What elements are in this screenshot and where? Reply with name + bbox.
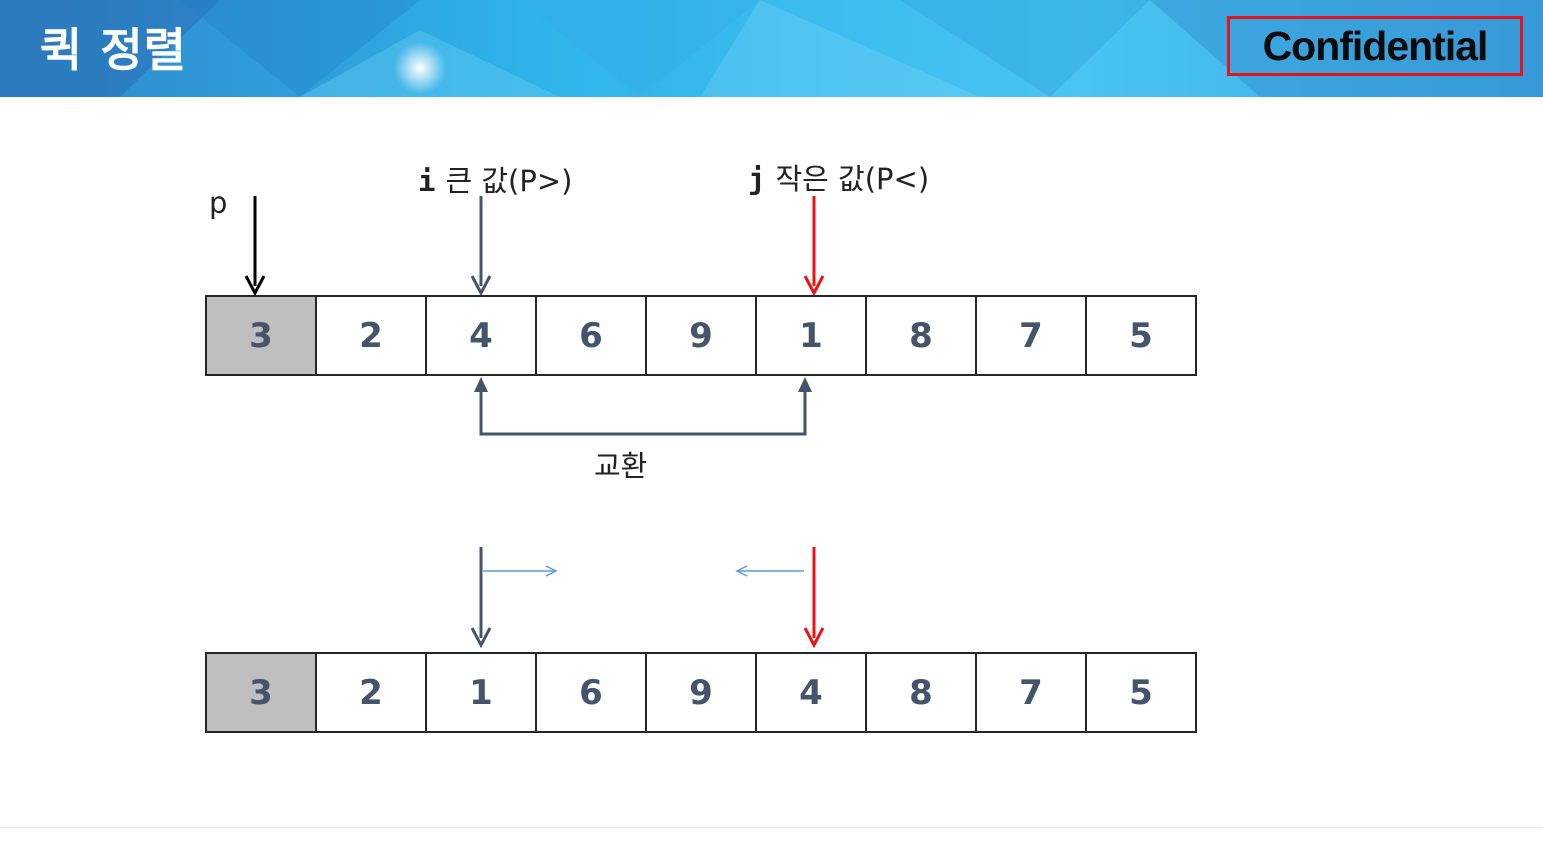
array-cell: 2 <box>315 652 427 733</box>
p-pointer-arrow <box>244 196 266 297</box>
array-cell: 4 <box>755 652 867 733</box>
i-variable: i <box>418 164 436 198</box>
pivot-cell: 3 <box>205 652 317 733</box>
array-cell: 5 <box>1085 295 1197 376</box>
i-label: i 큰 값(P>) <box>418 158 572 200</box>
j-label: j 작은 값(P<) <box>748 156 929 198</box>
p-label: p <box>209 186 228 220</box>
array-cell: 8 <box>865 295 977 376</box>
i-pointer-arrow-second <box>470 547 558 649</box>
pivot-cell: 3 <box>205 295 317 376</box>
array-cell: 9 <box>645 652 757 733</box>
array-cell: 8 <box>865 652 977 733</box>
j-description: 작은 값(P<) <box>775 162 930 196</box>
array-cell: 7 <box>975 652 1087 733</box>
j-pointer-arrow-second <box>735 547 825 649</box>
j-pointer-arrow <box>803 196 825 297</box>
array-cell: 9 <box>645 295 757 376</box>
array-cell: 6 <box>535 652 647 733</box>
array-cell: 6 <box>535 295 647 376</box>
i-pointer-arrow <box>470 196 492 297</box>
array-cell: 1 <box>755 295 867 376</box>
footer-divider <box>0 827 1543 828</box>
array-cell: 5 <box>1085 652 1197 733</box>
swap-label: 교환 <box>594 449 648 483</box>
i-description: 큰 값(P>) <box>445 164 573 198</box>
j-variable: j <box>748 162 766 196</box>
array-cell: 7 <box>975 295 1087 376</box>
array-cell: 1 <box>425 652 537 733</box>
swap-bracket-arrow <box>474 377 812 436</box>
array-cell: 2 <box>315 295 427 376</box>
array-cell: 4 <box>425 295 537 376</box>
